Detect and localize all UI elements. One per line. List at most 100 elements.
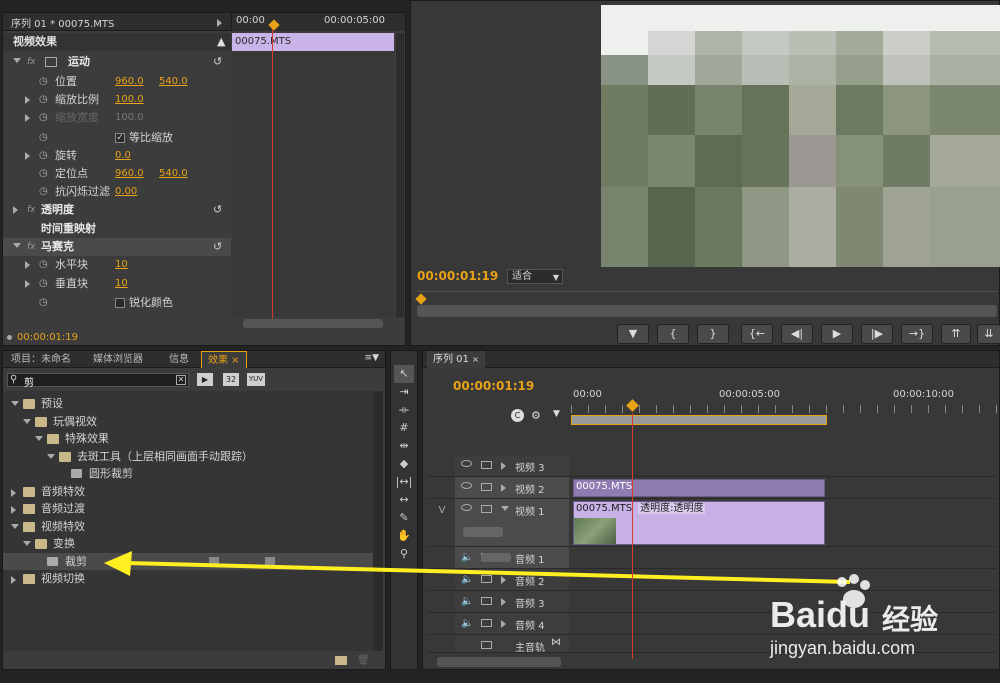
effect-param-row[interactable]: ◷ 水平块 10 <box>3 256 231 274</box>
track-header[interactable]: 🔈 音频 1 <box>455 547 569 568</box>
selection-tool-icon[interactable]: ↖ <box>394 365 414 383</box>
mini-scroll[interactable] <box>396 33 404 317</box>
tab-3[interactable]: 效果 × <box>201 351 247 368</box>
effect-folder[interactable]: 玩偶视效 <box>3 413 373 430</box>
expanded-arrow-icon[interactable] <box>47 453 55 459</box>
transport-button-0[interactable]: ▼ <box>617 324 649 344</box>
work-area-bar[interactable] <box>571 415 827 425</box>
effect-folder[interactable]: 视频切换 <box>3 570 373 587</box>
track-header[interactable]: 🔈 音频 3 <box>455 591 569 612</box>
track-header[interactable]: V 视频 1 <box>439 499 569 546</box>
effect-item[interactable]: 裁剪 <box>3 552 373 570</box>
zoom-tool-icon[interactable]: ⚲ <box>394 545 414 563</box>
expanded-arrow-icon[interactable] <box>11 401 19 406</box>
new-folder-icon[interactable] <box>335 656 347 665</box>
effects-scrollbar[interactable] <box>373 391 383 651</box>
stopwatch-icon[interactable]: ◷ <box>39 165 48 183</box>
pen-tool-icon[interactable]: ✎ <box>394 509 414 527</box>
track-expand-icon[interactable] <box>501 576 506 584</box>
lift-button[interactable]: ⇈ <box>941 324 971 344</box>
effect-group-row[interactable]: 时间重映射 <box>3 220 231 238</box>
ripple-edit-tool-icon[interactable]: ⟛ <box>394 401 414 419</box>
effect-param-row[interactable]: ◷ 缩放比例 100.0 <box>3 91 231 109</box>
monitor-timecode[interactable]: 00:00:01:19 <box>417 269 498 283</box>
close-icon[interactable]: × <box>228 355 239 366</box>
param-value[interactable]: 100.0 <box>115 91 144 109</box>
track-header[interactable]: 主音轨 ⋈ <box>455 635 569 654</box>
effect-group-row[interactable]: fx 运动 ↺ <box>3 53 231 71</box>
search-input[interactable]: 剪 <box>24 374 34 389</box>
yuv-badge[interactable]: YUV <box>247 373 265 386</box>
search-box[interactable]: ⚲ 剪 ✕ <box>7 373 189 389</box>
slide-tool-icon[interactable]: ↔ <box>394 491 414 509</box>
lock-icon[interactable] <box>481 597 492 605</box>
param-value[interactable]: 540.0 <box>159 165 188 183</box>
expanded-arrow-icon[interactable] <box>11 523 19 529</box>
track-expand-icon[interactable] <box>501 598 506 606</box>
tab-2[interactable]: 信息 <box>163 351 195 368</box>
lock-icon[interactable] <box>481 641 492 649</box>
transport-button-7[interactable]: →} <box>901 324 933 344</box>
hand-tool-icon[interactable]: ✋ <box>394 527 414 545</box>
lock-icon[interactable] <box>481 575 492 583</box>
stopwatch-icon[interactable]: ◷ <box>39 129 48 147</box>
expanded-arrow-icon[interactable] <box>35 436 43 441</box>
marker-icon[interactable]: ⚙ <box>531 409 541 422</box>
transport-button-2[interactable]: } <box>697 324 729 344</box>
speaker-icon[interactable]: 🔈 <box>461 596 473 607</box>
collapsed-arrow-icon[interactable] <box>11 576 16 584</box>
monitor-zoom-bar[interactable] <box>417 305 997 317</box>
rate-stretch-tool-icon[interactable]: ⇹ <box>394 437 414 455</box>
mini-h-scroll[interactable] <box>243 319 383 328</box>
playhead-marker-icon[interactable] <box>268 19 280 31</box>
param-value[interactable]: 10 <box>115 256 128 274</box>
extract-button[interactable]: ⇊ <box>977 324 1000 344</box>
lock-icon[interactable] <box>481 505 492 513</box>
clear-search-icon[interactable]: ✕ <box>176 375 186 385</box>
transport-button-3[interactable]: {← <box>741 324 773 344</box>
effect-param-row[interactable]: ◷ 垂直块 10 <box>3 275 231 293</box>
effect-folder[interactable]: 音频特效 <box>3 483 373 500</box>
lock-icon[interactable] <box>481 619 492 627</box>
effect-group-row[interactable]: fx 马赛克 ↺ <box>3 238 231 256</box>
monitor-playhead-icon[interactable] <box>415 293 427 305</box>
stopwatch-icon[interactable]: ◷ <box>39 275 48 293</box>
timeline-timecode[interactable]: 00:00:01:19 <box>453 379 534 393</box>
timeline-clip[interactable]: 00075.MTS <box>573 479 825 497</box>
effect-param-row[interactable]: ◷ 旋转 0.0 <box>3 147 231 165</box>
mini-clip-bar[interactable]: 00075.MTS <box>232 33 394 51</box>
effect-item[interactable]: 圆形裁剪 <box>3 465 373 482</box>
transport-button-6[interactable]: |▶ <box>861 324 893 344</box>
collapse-arrow-icon[interactable] <box>217 17 222 30</box>
timeline-h-scroll[interactable] <box>437 657 561 667</box>
transport-button-1[interactable]: { <box>657 324 689 344</box>
fx-icon[interactable]: fx <box>27 53 36 71</box>
param-value[interactable]: 540.0 <box>159 73 188 91</box>
razor-tool-icon[interactable]: ◆ <box>394 455 414 473</box>
collapse-icon[interactable]: ▲ <box>217 33 225 51</box>
close-icon[interactable]: × <box>472 355 479 364</box>
expand-arrow-icon[interactable] <box>25 96 30 104</box>
eye-icon[interactable] <box>461 504 472 511</box>
effect-param-row[interactable]: ◷ 缩放宽度 100.0 <box>3 109 231 127</box>
effect-param-row[interactable]: ◷ 定位点 960.0 540.0 <box>3 165 231 183</box>
fit-dropdown[interactable]: 适合 ▼ <box>507 269 563 284</box>
track-expand-icon[interactable] <box>501 506 509 511</box>
fx-icon[interactable]: fx <box>27 238 36 256</box>
rolling-edit-tool-icon[interactable]: # <box>394 419 414 437</box>
tab-1[interactable]: 媒体浏览器 <box>87 351 149 368</box>
param-value[interactable]: 960.0 <box>115 165 144 183</box>
expand-arrow-icon[interactable] <box>13 58 21 63</box>
speaker-icon[interactable]: 🔈 <box>461 574 473 585</box>
stopwatch-icon[interactable]: ◷ <box>39 183 48 201</box>
collapsed-arrow-icon[interactable] <box>11 488 16 497</box>
mini-timeline-ruler[interactable]: 00:00 00:00:05:00 <box>231 13 405 31</box>
tab-0[interactable]: 项目：未命名 <box>5 351 77 368</box>
track-header[interactable]: 🔈 音频 4 <box>455 613 569 634</box>
effect-param-row[interactable]: ◷ 锐化颜色 <box>3 294 231 312</box>
stopwatch-icon[interactable]: ◷ <box>39 256 48 274</box>
track-expand-icon[interactable] <box>501 620 506 628</box>
expanded-arrow-icon[interactable] <box>23 418 31 424</box>
expand-arrow-icon[interactable] <box>25 280 30 288</box>
expand-arrow-icon[interactable] <box>25 261 30 269</box>
